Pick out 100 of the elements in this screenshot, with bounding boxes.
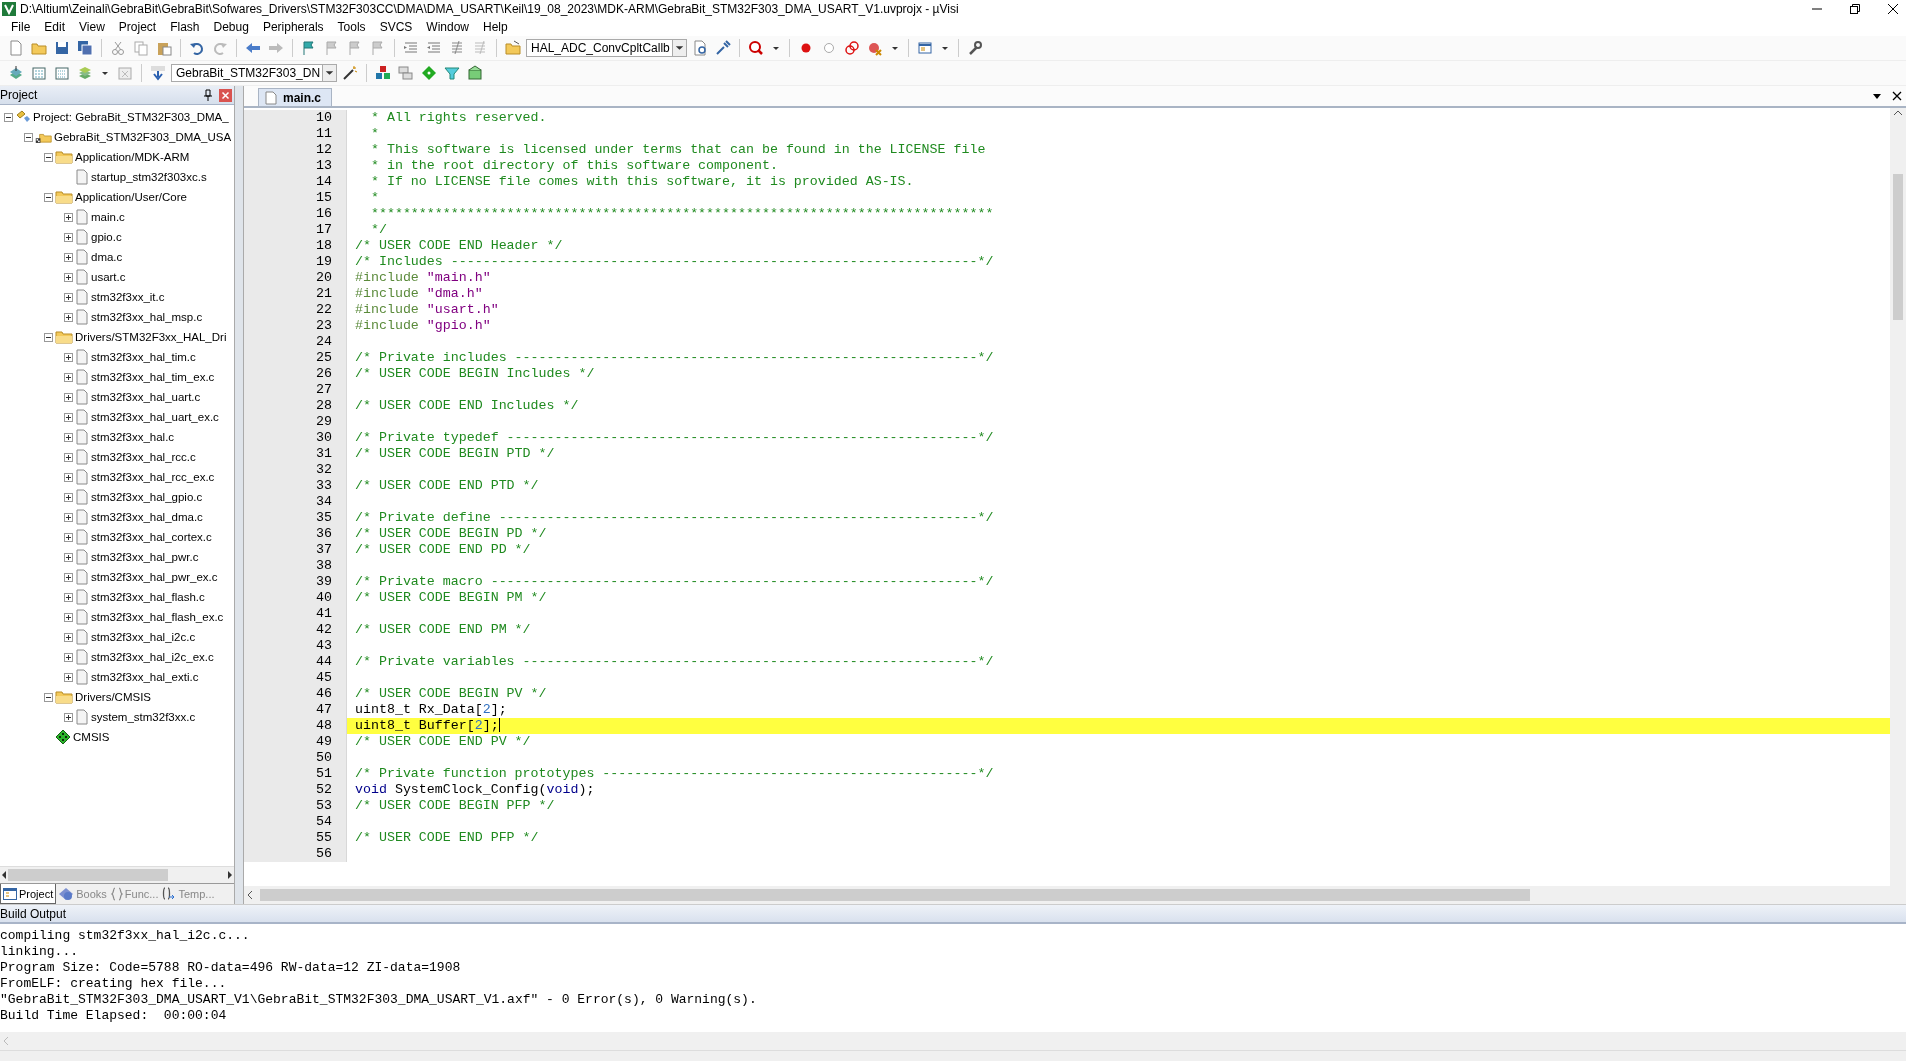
horizontal-scrollbar[interactable]	[0, 1032, 1906, 1050]
tree-item[interactable]: stm32f3xx_hal_rcc.c	[91, 451, 196, 463]
tree-item[interactable]: gpio.c	[91, 231, 122, 243]
collapse-icon[interactable]	[4, 112, 13, 122]
menu-item[interactable]: Peripherals	[255, 19, 331, 34]
menu-item[interactable]: File	[4, 19, 38, 34]
tree-item[interactable]: stm32f3xx_hal_exti.c	[91, 671, 199, 683]
expand-icon[interactable]	[64, 492, 73, 502]
line-number: 25	[244, 350, 347, 366]
horizontal-scrollbar[interactable]	[0, 866, 234, 883]
tree-item[interactable]: stm32f3xx_hal_i2c_ex.c	[91, 651, 214, 663]
expand-icon[interactable]	[64, 512, 73, 522]
tree-item[interactable]: stm32f3xx_hal_msp.c	[91, 311, 203, 323]
collapse-icon[interactable]	[44, 152, 53, 162]
tree-item[interactable]: stm32f3xx_hal_uart_ex.c	[91, 411, 219, 423]
tree-item[interactable]: stm32f3xx_hal_pwr.c	[91, 551, 199, 563]
dropdown-field[interactable]: HAL_ADC_ConvCpltCallb	[526, 39, 687, 57]
tree-item[interactable]: main.c	[91, 211, 125, 223]
restore-icon[interactable]	[1850, 3, 1860, 14]
expand-icon[interactable]	[64, 592, 73, 602]
expand-icon[interactable]	[64, 312, 73, 322]
expand-icon[interactable]	[64, 392, 73, 402]
code-line: /* USER CODE END PTD */	[354, 478, 540, 494]
tree-item[interactable]: stm32f3xx_hal_pwr_ex.c	[91, 571, 218, 583]
tree-item[interactable]: usart.c	[91, 271, 126, 283]
dropdown-arrow-icon[interactable]	[1872, 91, 1882, 101]
line-number: 31	[244, 446, 347, 462]
tree-item[interactable]: stm32f3xx_hal_gpio.c	[91, 491, 203, 503]
expand-icon[interactable]	[64, 652, 73, 662]
menu-item[interactable]: Tools	[330, 19, 373, 34]
expand-icon[interactable]	[64, 352, 73, 362]
menu-item[interactable]: Window	[419, 19, 476, 34]
expand-icon[interactable]	[64, 632, 73, 642]
scroll-thumb[interactable]	[8, 869, 168, 881]
expand-icon[interactable]	[64, 372, 73, 382]
file-tab[interactable]: main.c	[258, 88, 332, 106]
dropdown-field[interactable]: GebraBit_STM32F303_DN	[171, 64, 338, 82]
menu-item[interactable]: Flash	[163, 19, 207, 34]
file-icon	[75, 489, 89, 505]
expand-icon[interactable]	[64, 552, 73, 562]
tree-item[interactable]: stm32f3xx_hal_tim.c	[91, 351, 196, 363]
tree-item[interactable]: startup_stm32f303xc.s	[91, 171, 207, 183]
tree-item[interactable]: stm32f3xx_hal.c	[91, 431, 175, 443]
expand-icon[interactable]	[64, 252, 73, 262]
expand-icon[interactable]	[64, 232, 73, 242]
expand-icon[interactable]	[64, 612, 73, 622]
tree-item[interactable]: stm32f3xx_hal_cortex.c	[91, 531, 212, 543]
tree-item[interactable]: stm32f3xx_hal_flash_ex.c	[91, 611, 224, 623]
close-icon[interactable]	[1892, 91, 1902, 101]
expand-icon[interactable]	[64, 412, 73, 422]
collapse-icon[interactable]	[44, 192, 53, 202]
expand-icon[interactable]	[64, 292, 73, 302]
save-all-icon[interactable]	[75, 38, 95, 58]
tree-item[interactable]: CMSIS	[73, 731, 110, 743]
tree-item[interactable]: system_stm32f3xx.c	[91, 711, 196, 723]
tree-item[interactable]: GebraBit_STM32F303_DMA_USA	[54, 131, 232, 143]
expand-icon[interactable]	[64, 572, 73, 582]
vertical-scrollbar[interactable]	[1890, 108, 1906, 886]
collapse-icon[interactable]	[44, 692, 53, 702]
code-line: #include "usart.h"	[354, 302, 500, 318]
expand-icon[interactable]	[64, 452, 73, 462]
expand-icon[interactable]	[64, 432, 73, 442]
tree-item[interactable]: stm32f3xx_hal_i2c.c	[91, 631, 196, 643]
scroll-thumb[interactable]	[1893, 174, 1903, 320]
panel-tab[interactable]: Project	[0, 884, 57, 904]
download-icon[interactable]	[148, 63, 168, 83]
tree-item[interactable]: stm32f3xx_hal_flash.c	[91, 591, 205, 603]
file-icon	[265, 90, 277, 105]
scroll-thumb[interactable]	[260, 889, 1530, 901]
collapse-icon[interactable]	[44, 332, 53, 342]
tree-item[interactable]: dma.c	[91, 251, 123, 263]
menu-item[interactable]: Edit	[37, 19, 73, 34]
expand-icon[interactable]	[64, 272, 73, 282]
tree-item[interactable]: Project: GebraBit_STM32F303_DMA_	[33, 111, 229, 123]
tree-item[interactable]: stm32f3xx_hal_uart.c	[91, 391, 201, 403]
pin-icon[interactable]	[203, 89, 213, 101]
menu-item[interactable]: Debug	[206, 19, 256, 34]
menu-item[interactable]: Help	[476, 19, 515, 34]
tree-item[interactable]: stm32f3xx_hal_rcc_ex.c	[91, 471, 215, 483]
expand-icon[interactable]	[64, 472, 73, 482]
expand-icon[interactable]	[64, 712, 73, 722]
tree-item[interactable]: stm32f3xx_it.c	[91, 291, 165, 303]
expand-icon[interactable]	[64, 212, 73, 222]
tree-item[interactable]: Application/User/Core	[75, 191, 187, 203]
expand-icon[interactable]	[64, 532, 73, 542]
tree-item[interactable]: stm32f3xx_hal_dma.c	[91, 511, 203, 523]
output-line: compiling stm32f3xx_hal_i2c.c...	[0, 928, 251, 944]
tree-item[interactable]: Drivers/STM32F3xx_HAL_Dri	[75, 331, 227, 343]
menu-item[interactable]: SVCS	[372, 19, 420, 34]
tree-item[interactable]: Drivers/CMSIS	[75, 691, 152, 703]
tree-item[interactable]: stm32f3xx_hal_tim_ex.c	[91, 371, 215, 383]
tree-item[interactable]: Application/MDK-ARM	[75, 151, 190, 163]
menu-item[interactable]: View	[72, 19, 112, 34]
collapse-icon[interactable]	[24, 132, 33, 142]
file-icon	[75, 309, 89, 325]
close-icon[interactable]	[1888, 3, 1898, 14]
scroll-up-icon[interactable]	[1893, 108, 1903, 118]
expand-icon[interactable]	[64, 672, 73, 682]
horizontal-scrollbar[interactable]	[244, 886, 1906, 904]
menu-item[interactable]: Project	[111, 19, 164, 34]
